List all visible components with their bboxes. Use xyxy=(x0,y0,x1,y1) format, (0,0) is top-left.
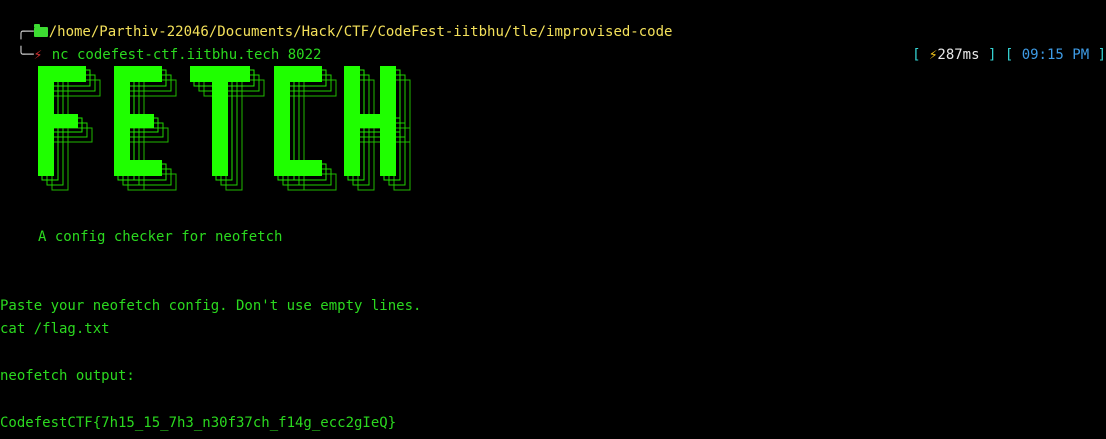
fetch-banner-art xyxy=(38,66,411,191)
time-readout: 09:15 PM xyxy=(1021,46,1090,63)
time-bracket-close: ] xyxy=(1089,46,1106,63)
prompt-status: [ ⚡287ms ] [ 09:15 PM ] xyxy=(895,20,1106,67)
user-input-line: cat /flag.txt xyxy=(0,321,110,337)
status-bracket-close: ] xyxy=(979,46,997,63)
fetch-banner xyxy=(32,60,412,194)
flag-output[interactable]: CodefestCTF{7h15_15_7h3_n30f37ch_f14g_ec… xyxy=(0,412,396,436)
neofetch-output-label: neofetch output: xyxy=(0,368,135,384)
time-bracket-open: [ xyxy=(996,46,1022,63)
latency-readout: 287ms xyxy=(937,46,980,63)
tagline: A config checker for neofetch xyxy=(38,229,283,245)
status-bracket-open: [ xyxy=(912,46,929,63)
paste-config-prompt: Paste your neofetch config. Don't use em… xyxy=(0,298,422,314)
